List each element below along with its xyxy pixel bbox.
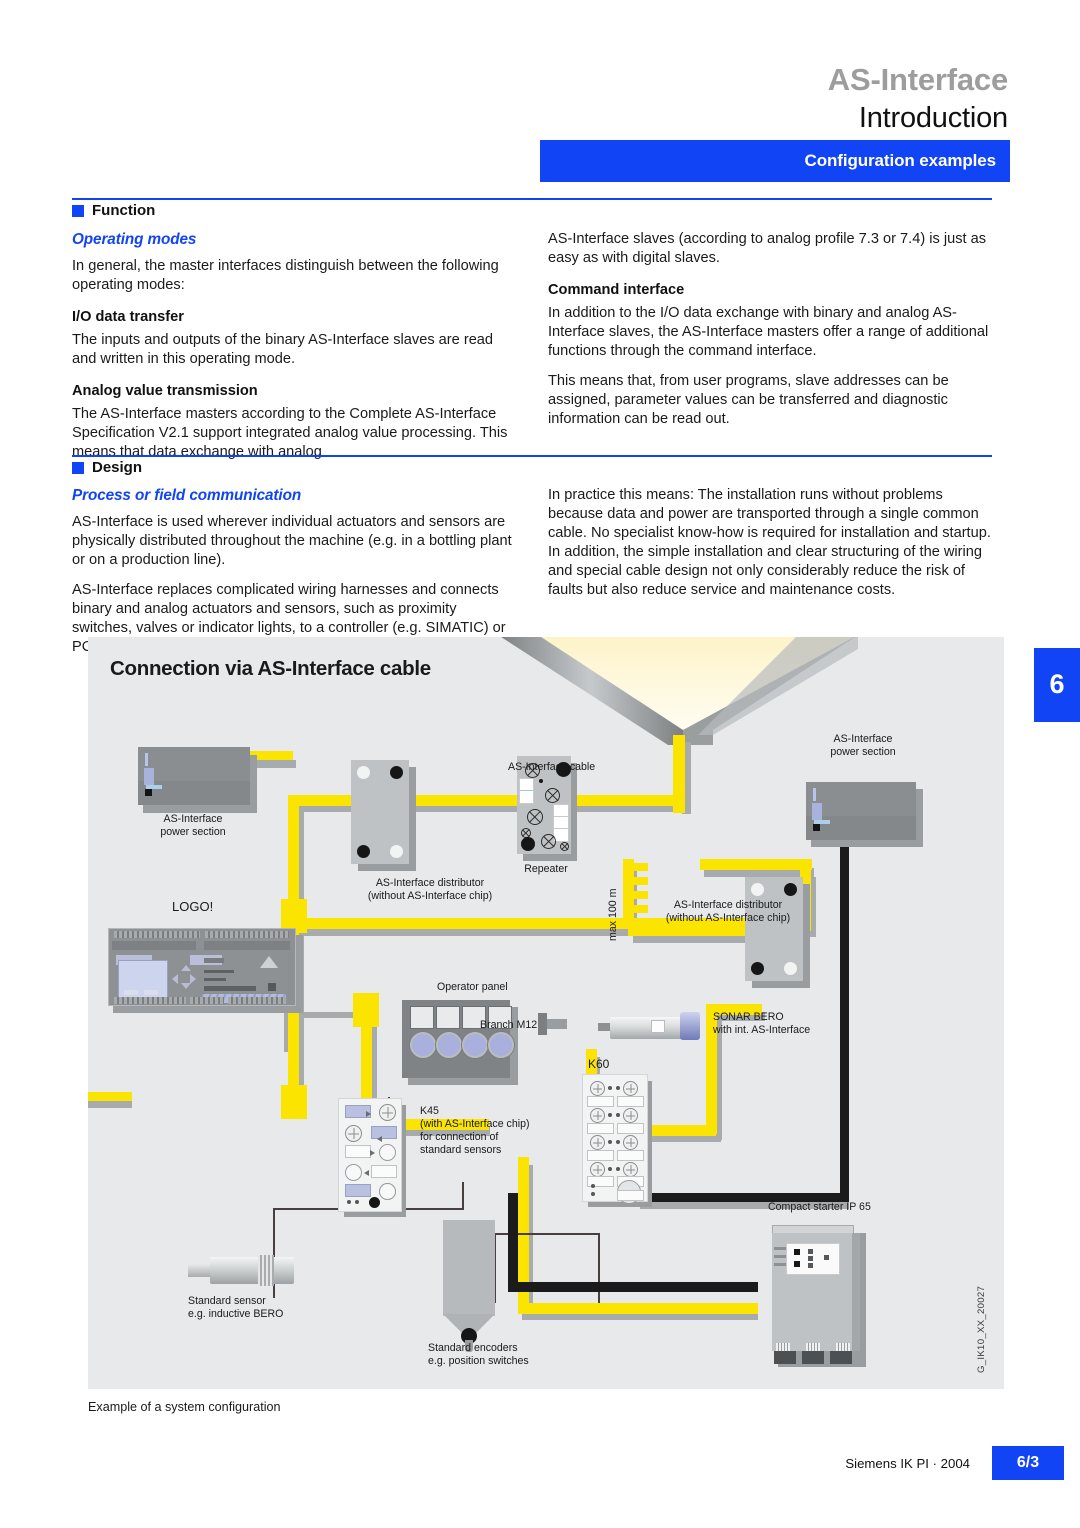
standard-encoder-device (443, 1220, 499, 1354)
subheading-command-interface: Command interface (548, 281, 685, 298)
subheading-process-or-field-communication: Process or field communication (72, 487, 302, 504)
subheading-operating-modes: Operating modes (72, 231, 197, 248)
footer-page-badge: 6/3 (992, 1446, 1064, 1480)
compact-starter-device (772, 1225, 862, 1367)
label-as-interface-cable: AS-Interface cable (508, 761, 596, 773)
header-banner: Configuration examples (540, 140, 1010, 182)
label-k45: K45 (with AS-Interface chip) for connect… (420, 1105, 530, 1156)
power-section-right-device (806, 782, 916, 840)
section-rule (72, 198, 992, 200)
label-distributor-left: AS-Interface distributor (without AS-Int… (367, 877, 493, 902)
header-section-title: Introduction (858, 102, 1008, 134)
as-interface-distributor-right (745, 877, 803, 981)
section-rule (72, 455, 992, 457)
section-bullet-square (72, 462, 84, 474)
label-k60: K60 (588, 1057, 610, 1071)
label-power-section-right: AS-Interface power section (830, 733, 896, 758)
k45-module-device (338, 1098, 402, 1212)
figure-code: G_IK10_XX_20027 (976, 1285, 987, 1373)
paragraph-io-data-transfer: The inputs and outputs of the binary AS-… (72, 331, 494, 367)
label-standard-sensor: Standard sensor e.g. inductive BERO (188, 1295, 284, 1320)
chapter-tab-number: 6 (1049, 669, 1065, 699)
label-power-section-left: AS-Interface power section (160, 813, 226, 838)
operator-panel-device (402, 1000, 514, 1078)
label-branch-m12: Branch M12 (480, 1019, 538, 1031)
paragraph-analog-value-transmission: The AS-Interface masters according to th… (72, 405, 508, 460)
design-right-column: In practice this means: The installation… (548, 486, 993, 613)
function-left-column: Operating modes In general, the master i… (72, 230, 517, 475)
system-configuration-diagram: Connection via AS-Interface cable AS-Int… (88, 637, 1004, 1389)
paragraph-in-practice: In practice this means: The installation… (548, 487, 991, 598)
section-bullet-square (72, 205, 84, 217)
k60-module-device (582, 1074, 648, 1204)
footer-source: Siemens IK PI · 2004 (845, 1456, 970, 1471)
header-product-title: AS-Interface (827, 62, 1008, 97)
subheading-io-data-transfer: I/O data transfer (72, 308, 184, 325)
as-interface-distributor-left (351, 760, 409, 864)
paragraph-operating-modes: In general, the master interfaces distin… (72, 257, 499, 293)
figure-caption: Example of a system configuration (88, 1400, 281, 1414)
label-compact-starter: Compact starter IP 65 (768, 1201, 871, 1213)
subheading-analog-value-transmission: Analog value transmission (72, 382, 258, 399)
label-max-length: max 100 m (607, 888, 619, 941)
label-distributor-right: AS-Interface distributor (without AS-Int… (665, 899, 791, 924)
label-operator-panel: Operator panel (437, 981, 508, 993)
paragraph-analog-profile: AS-Interface slaves (according to analog… (548, 231, 987, 266)
paragraph-distribution: AS-Interface is used wherever individual… (72, 513, 512, 568)
header-banner-label: Configuration examples (804, 151, 997, 170)
section-title-design: Design (92, 459, 143, 476)
standard-sensor-device (188, 1255, 298, 1287)
label-logo: LOGO! (172, 899, 214, 914)
power-section-left-device (138, 747, 250, 805)
chapter-tab: 6 (1034, 648, 1080, 722)
diagram-title: Connection via AS-Interface cable (110, 657, 431, 680)
funnel-decoration (501, 637, 858, 745)
page-header: AS-Interface Introduction Configuration … (0, 0, 1080, 190)
function-right-column: AS-Interface slaves (according to analog… (548, 230, 993, 442)
logo-controller-device (108, 928, 296, 1006)
paragraph-user-programs: This means that, from user programs, sla… (548, 372, 949, 427)
section-title-function: Function (92, 202, 156, 219)
label-standard-encoders: Standard encoders e.g. position switches (428, 1342, 529, 1367)
footer-page-number: 6/3 (1016, 1454, 1040, 1471)
branch-m12-device (538, 1013, 570, 1035)
label-repeater: Repeater (524, 863, 568, 875)
paragraph-command-interface: In addition to the I/O data exchange wit… (548, 304, 989, 359)
document-page: AS-Interface Introduction Configuration … (0, 0, 1080, 1528)
label-sonar-bero: SONAR BERO with int. AS-Interface (713, 1011, 811, 1036)
sonar-bero-device (598, 1012, 704, 1043)
